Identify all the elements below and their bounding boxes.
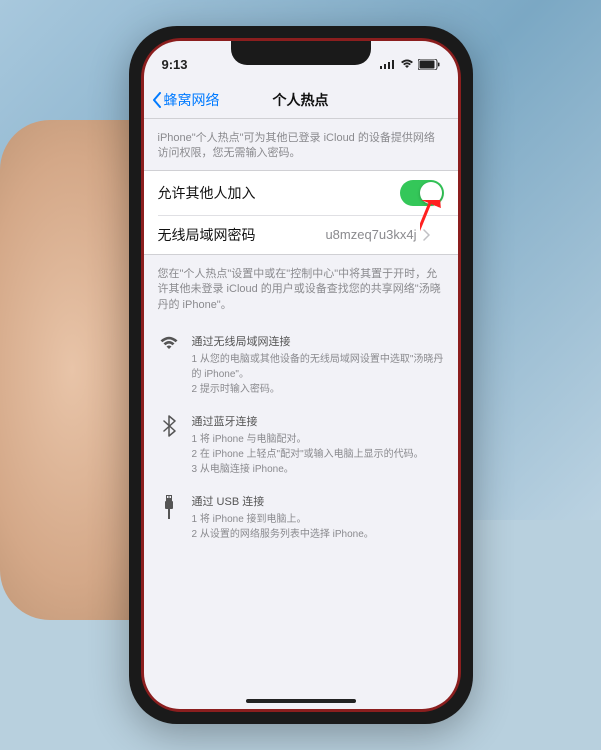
- bluetooth-step-1: 1 将 iPhone 与电脑配对。: [192, 432, 444, 447]
- usb-step-2: 2 从设置的网络服务列表中选择 iPhone。: [192, 527, 444, 542]
- nav-bar: 蜂窝网络 个人热点: [144, 81, 458, 119]
- battery-icon: [418, 59, 440, 70]
- wifi-icon: [158, 333, 180, 397]
- bluetooth-instructions-title: 通过蓝牙连接: [192, 413, 444, 429]
- wifi-password-label: 无线局域网密码: [158, 227, 256, 243]
- back-button[interactable]: 蜂窝网络: [152, 90, 220, 110]
- wifi-icon: [400, 59, 414, 69]
- page-title: 个人热点: [273, 90, 329, 110]
- wifi-step-2: 2 提示时输入密码。: [192, 382, 444, 397]
- chevron-right-icon: [423, 229, 430, 241]
- wifi-password-value: u8mzeq7u3kx4j: [325, 227, 416, 242]
- wifi-step-1: 1 从您的电脑或其他设备的无线局域网设置中选取"汤晓丹的 iPhone"。: [192, 352, 444, 382]
- signal-icon: [380, 59, 396, 69]
- top-description: iPhone"个人热点"可为其他已登录 iCloud 的设备提供网络访问权限，您…: [144, 119, 458, 170]
- wifi-instructions: 通过无线局域网连接 1 从您的电脑或其他设备的无线局域网设置中选取"汤晓丹的 i…: [144, 321, 458, 401]
- chevron-left-icon: [152, 92, 162, 108]
- bluetooth-instructions: 通过蓝牙连接 1 将 iPhone 与电脑配对。 2 在 iPhone 上轻点"…: [144, 401, 458, 481]
- phone-device: 9:13 蜂窝网络 个人热点 iPhone"个人热点"可为其他已登录 iClou…: [129, 26, 473, 724]
- wifi-password-cell[interactable]: 无线局域网密码 u8mzeq7u3kx4j: [158, 215, 458, 254]
- home-indicator[interactable]: [246, 699, 356, 703]
- bluetooth-step-3: 3 从电脑连接 iPhone。: [192, 462, 444, 477]
- back-label: 蜂窝网络: [164, 90, 220, 110]
- notch: [231, 41, 371, 65]
- status-time: 9:13: [162, 57, 188, 72]
- bluetooth-icon: [158, 413, 180, 477]
- usb-instructions: 通过 USB 连接 1 将 iPhone 接到电脑上。 2 从设置的网络服务列表…: [144, 481, 458, 546]
- allow-others-toggle[interactable]: [400, 180, 444, 206]
- usb-step-1: 1 将 iPhone 接到电脑上。: [192, 512, 444, 527]
- screen: 9:13 蜂窝网络 个人热点 iPhone"个人热点"可为其他已登录 iClou…: [144, 41, 458, 709]
- allow-others-cell[interactable]: 允许其他人加入: [144, 171, 458, 215]
- mid-description: 您在"个人热点"设置中或在"控制中心"中将其置于开时，允许其他未登录 iClou…: [144, 255, 458, 321]
- usb-instructions-title: 通过 USB 连接: [192, 493, 444, 509]
- allow-others-label: 允许其他人加入: [158, 183, 256, 203]
- bluetooth-step-2: 2 在 iPhone 上轻点"配对"或输入电脑上显示的代码。: [192, 447, 444, 462]
- wifi-instructions-title: 通过无线局域网连接: [192, 333, 444, 349]
- usb-icon: [158, 493, 180, 542]
